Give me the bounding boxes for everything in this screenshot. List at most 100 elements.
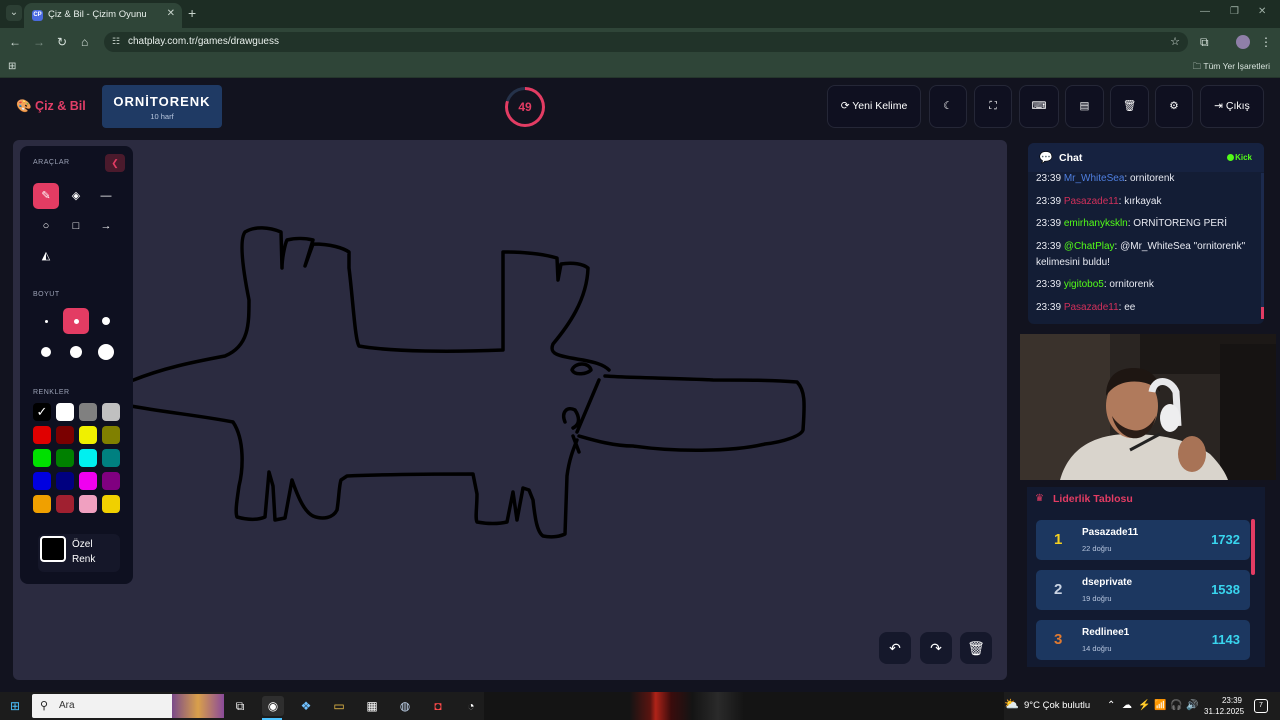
volume-icon[interactable]: 🔊 [1186,700,1198,711]
weather-text[interactable]: 9°C Çok bulutlu [1024,700,1090,711]
task-view-icon[interactable]: ⧉ [229,696,251,716]
color-swatch[interactable] [102,495,120,513]
chat-username[interactable]: Pasazade11 [1064,196,1119,207]
restore-icon[interactable]: ❐ [1230,6,1239,17]
chat-scrollbar[interactable] [1261,173,1264,319]
new-word-button[interactable]: ⟳ Yeni Kelime [827,85,921,128]
app-red-icon[interactable]: ◘ [427,696,449,716]
color-swatch[interactable] [79,495,97,513]
settings-gear-icon[interactable]: ⚙ [1155,85,1193,128]
circle-icon[interactable]: ○ [33,213,59,239]
chat-scroll-thumb[interactable] [1261,307,1264,319]
size-option-3[interactable] [93,308,119,334]
tab-list-icon[interactable]: ⌄ [6,5,22,21]
app-clock-icon[interactable]: ◔ [460,696,482,716]
extensions-icon[interactable]: ⧉ [1200,35,1209,50]
close-icon[interactable]: ✕ [167,8,175,19]
minimize-icon[interactable]: — [1200,6,1210,17]
leaderboard-scrollbar[interactable] [1251,519,1255,575]
bookmark-star-icon[interactable]: ☆ [1170,35,1180,48]
browser-tab[interactable]: CP Çiz & Bil - Çizim Oyunu ✕ [24,3,182,28]
clear-canvas-trash-icon[interactable]: 🗑 [960,632,992,664]
search-placeholder[interactable]: Ara [59,700,75,711]
url-bar[interactable]: ☷ chatplay.com.tr/games/drawguess ☆ [104,32,1188,52]
app-logo[interactable]: 🎨 Çiz & Bil [16,99,86,114]
profile-avatar[interactable] [1236,35,1250,49]
exit-label: Çıkış [1225,100,1250,112]
color-swatch[interactable] [56,403,74,421]
color-swatch[interactable] [79,426,97,444]
all-bookmarks-button[interactable]: 🗀 Tüm Yer İşaretleri [1193,61,1270,75]
collapse-panel-icon[interactable]: ❮ [105,154,125,172]
size-option-4[interactable] [33,339,59,365]
fullscreen-icon[interactable]: ⛶ [974,85,1012,128]
weather-icon[interactable]: ⛅ [1004,697,1019,711]
color-swatch[interactable] [33,472,51,490]
chat-username[interactable]: emirhanykskln [1064,218,1128,229]
selected-color-checkmark-icon[interactable]: ✓ [33,403,51,421]
back-icon[interactable]: ← [9,35,21,49]
browser-menu-icon[interactable]: ⋮ [1260,35,1272,49]
audio-device-icon[interactable]: 🎧 [1170,700,1182,711]
eraser-icon[interactable]: ◈ [63,183,89,209]
undo-icon[interactable]: ↶ [879,632,911,664]
color-swatch[interactable] [79,449,97,467]
notification-icon[interactable]: 7 [1254,699,1268,713]
dark-mode-icon[interactable]: ☾ [929,85,967,128]
custom-color-swatch[interactable] [40,536,66,562]
rectangle-icon[interactable]: □ [63,213,89,239]
custom-color-button[interactable]: Özel Renk [38,534,120,572]
color-swatch[interactable] [33,449,51,467]
redo-icon[interactable]: ↷ [920,632,952,664]
fill-bucket-icon[interactable]: ◭ [33,243,59,269]
onedrive-icon[interactable]: ☁ [1122,700,1132,711]
color-swatch[interactable] [33,495,51,513]
color-swatch[interactable] [33,426,51,444]
chrome-icon[interactable]: ◉ [262,696,284,716]
windows-start-icon[interactable]: ⊞ [10,699,20,713]
color-swatch[interactable] [56,426,74,444]
color-swatch[interactable] [79,403,97,421]
home-icon[interactable]: ⌂ [81,35,88,49]
exit-button[interactable]: ⇥ Çıkış [1200,85,1264,128]
color-swatch[interactable] [102,403,120,421]
chat-username[interactable]: yigitobo5 [1064,279,1104,290]
file-explorer-icon[interactable]: ▭ [328,696,350,716]
reload-icon[interactable]: ↻ [57,35,67,49]
chat-username[interactable]: Mr_WhiteSea [1064,173,1125,184]
window-close-icon[interactable]: ✕ [1258,6,1266,17]
size-option-5[interactable] [63,339,89,365]
network-icon[interactable]: 📶 [1154,700,1166,711]
chat-username[interactable]: @ChatPlay [1064,241,1115,252]
pen-icon[interactable]: ✎ [33,183,59,209]
color-swatch[interactable] [102,426,120,444]
size-option-2[interactable] [63,308,89,334]
tray-chevron-icon[interactable]: ⌃ [1107,700,1115,711]
forward-icon[interactable]: → [33,35,45,49]
copilot-icon[interactable]: ❖ [295,696,317,716]
apps-grid-icon[interactable]: ⊞ [8,61,16,72]
clock[interactable]: 23:39 31.12.2025 [1204,695,1244,717]
color-swatch[interactable] [56,472,74,490]
site-info-icon[interactable]: ☷ [112,36,120,47]
color-swatch[interactable] [56,449,74,467]
store-icon[interactable]: ▦ [361,696,383,716]
new-tab-button[interactable]: + [188,5,196,21]
drawing-canvas[interactable]: ↶ ↷ 🗑 [13,140,1007,680]
steam-icon[interactable]: ◍ [394,696,416,716]
color-swatch[interactable] [102,472,120,490]
arrow-icon[interactable]: → [93,213,119,239]
taskbar-search[interactable]: ⚲ Ara [32,694,224,718]
url-text[interactable]: chatplay.com.tr/games/drawguess [128,36,279,47]
color-swatch[interactable] [56,495,74,513]
archive-icon[interactable]: ▤ [1065,85,1104,128]
usb-icon[interactable]: ⚡ [1138,700,1150,711]
color-swatch[interactable] [102,449,120,467]
line-icon[interactable]: — [93,183,119,209]
size-option-1[interactable] [33,308,59,334]
keyboard-icon[interactable]: ⌨ [1019,85,1059,128]
chat-username[interactable]: Pasazade11 [1064,302,1119,313]
trash-icon[interactable]: 🗑 [1110,85,1149,128]
color-swatch[interactable] [79,472,97,490]
size-option-6[interactable] [93,339,119,365]
